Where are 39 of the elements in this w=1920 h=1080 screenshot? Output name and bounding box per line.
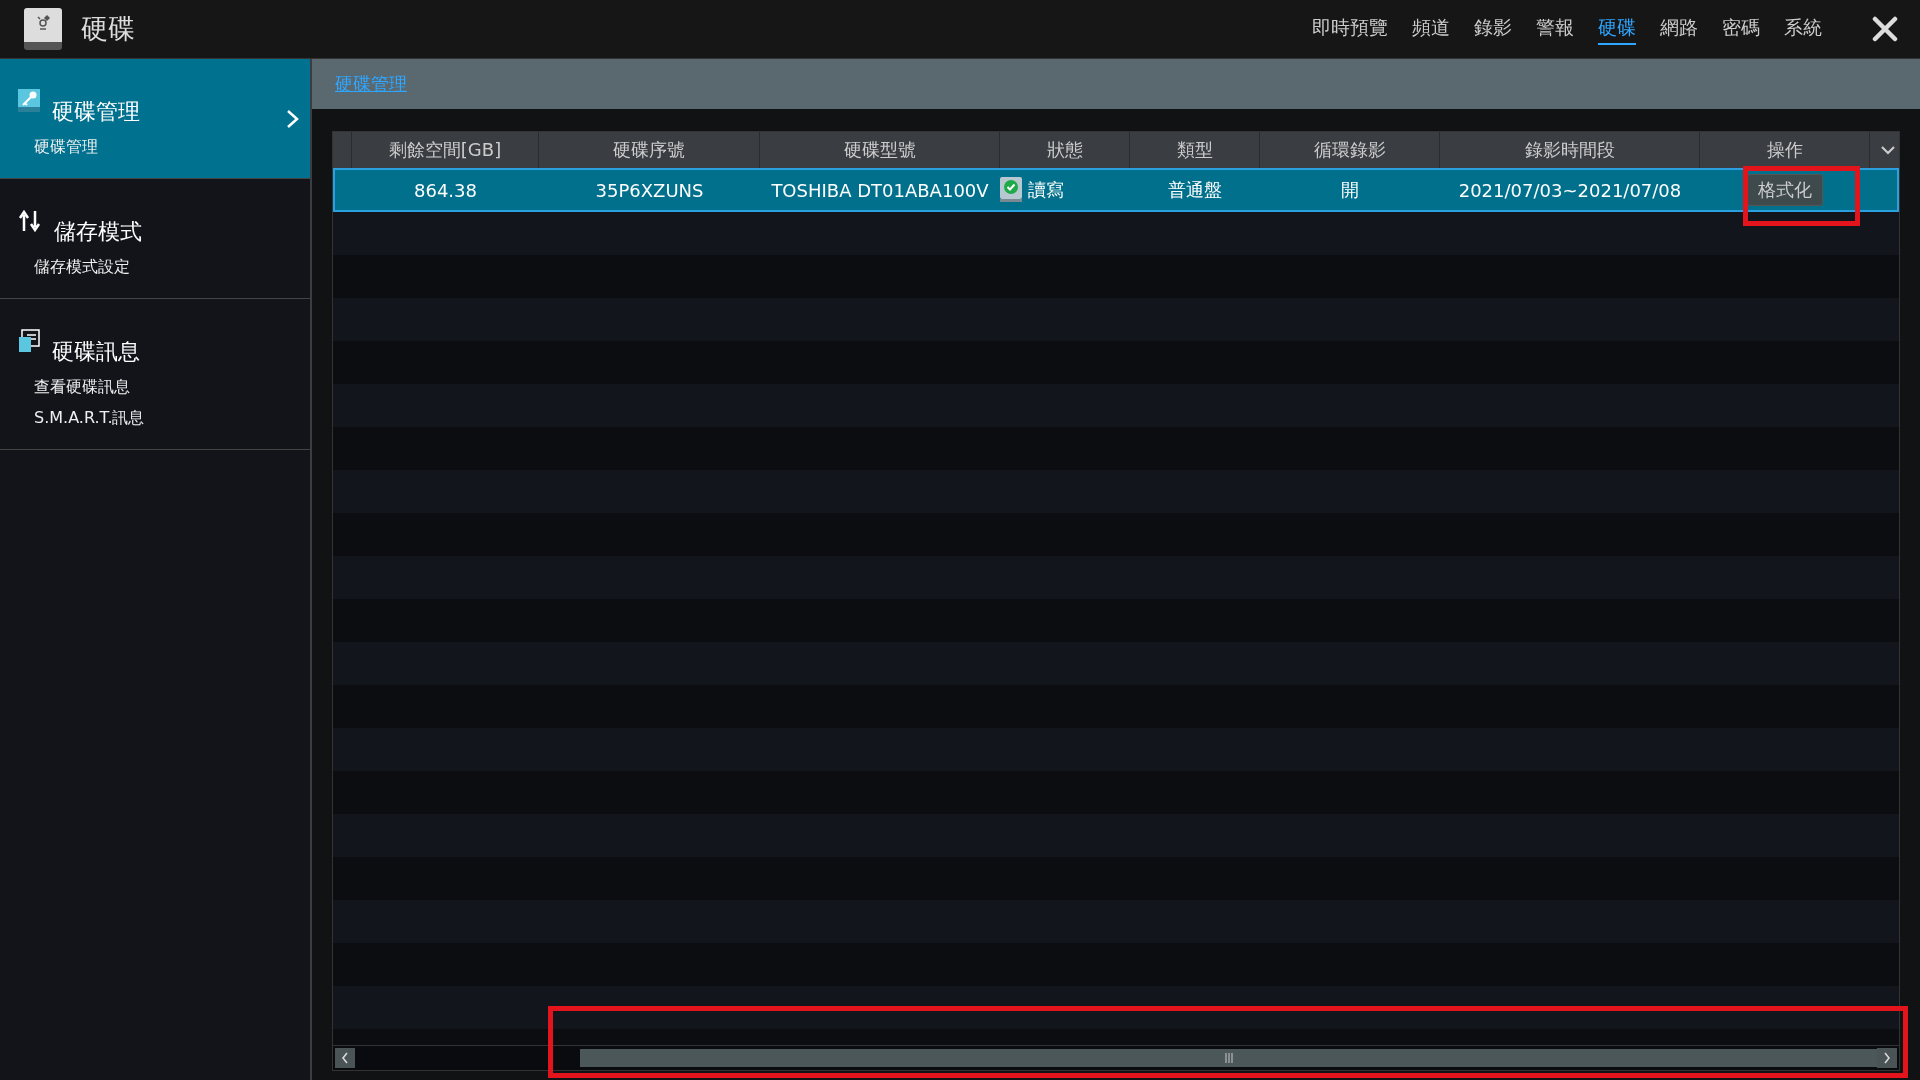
nav-tab[interactable]: 系統 <box>1784 13 1822 45</box>
close-icon[interactable] <box>1872 16 1898 42</box>
table-row[interactable]: 864.38 35P6XZUNS TOSHIBA DT01ABA100V 讀寫 普通盤 開 2021/07/03~2021/07/08 格式化 <box>333 168 1899 212</box>
nav-tab[interactable]: 警報 <box>1536 13 1574 45</box>
sidebar-link[interactable]: 硬碟管理 <box>34 137 98 158</box>
sidebar-link[interactable]: 儲存模式設定 <box>34 257 130 278</box>
table-cell: 讀寫 <box>1028 178 1064 202</box>
sidebar-section[interactable]: 儲存模式 儲存模式設定 <box>0 179 310 299</box>
up-down-arrows-icon <box>18 209 42 233</box>
scroll-right-icon[interactable] <box>1877 1048 1897 1068</box>
sidebar-section[interactable]: 硬碟訊息 查看硬碟訊息 S.M.A.R.T.訊息 <box>0 299 310 450</box>
sidebar-link[interactable]: 查看硬碟訊息 <box>34 377 130 398</box>
scrollbar-thumb[interactable] <box>580 1049 1877 1067</box>
chevron-right-icon <box>286 109 300 129</box>
nav-tab[interactable]: 密碼 <box>1722 13 1760 45</box>
nav-tab[interactable]: 頻道 <box>1412 13 1450 45</box>
window-title: 硬碟 <box>81 12 135 46</box>
sidebar-link[interactable]: S.M.A.R.T.訊息 <box>34 408 145 429</box>
section-title: 硬碟管理 <box>52 98 140 126</box>
nav-tab[interactable]: 硬碟 <box>1598 13 1636 45</box>
section-title: 硬碟訊息 <box>52 338 140 366</box>
horizontal-scrollbar[interactable] <box>333 1045 1899 1070</box>
key-icon <box>18 89 40 113</box>
nav-tab[interactable]: 即時預覽 <box>1312 13 1388 45</box>
table-cell-text: 2021/07/03~2021/07/08 <box>1457 179 1683 201</box>
table-cell-text: TOSHIBA DT01ABA100V <box>770 179 990 201</box>
table-cell-text: 35P6XZUNS <box>594 179 705 201</box>
nav-tab[interactable]: 網路 <box>1660 13 1698 45</box>
format-button[interactable]: 格式化 <box>1747 174 1823 206</box>
table-cell-text: 864.38 <box>413 179 478 201</box>
nav-tab[interactable]: 錄影 <box>1474 13 1512 45</box>
scroll-left-icon[interactable] <box>335 1048 355 1068</box>
section-title: 儲存模式 <box>54 218 142 246</box>
table-cell-text: 普通盤 <box>1167 178 1223 202</box>
sidebar-section[interactable]: 硬碟管理 硬碟管理 <box>0 59 310 179</box>
table-cell-text: 開 <box>1340 178 1360 202</box>
document-icon <box>18 329 40 353</box>
app-logo-icon <box>24 8 62 50</box>
dropdown-chevron-icon[interactable] <box>1880 145 1896 155</box>
